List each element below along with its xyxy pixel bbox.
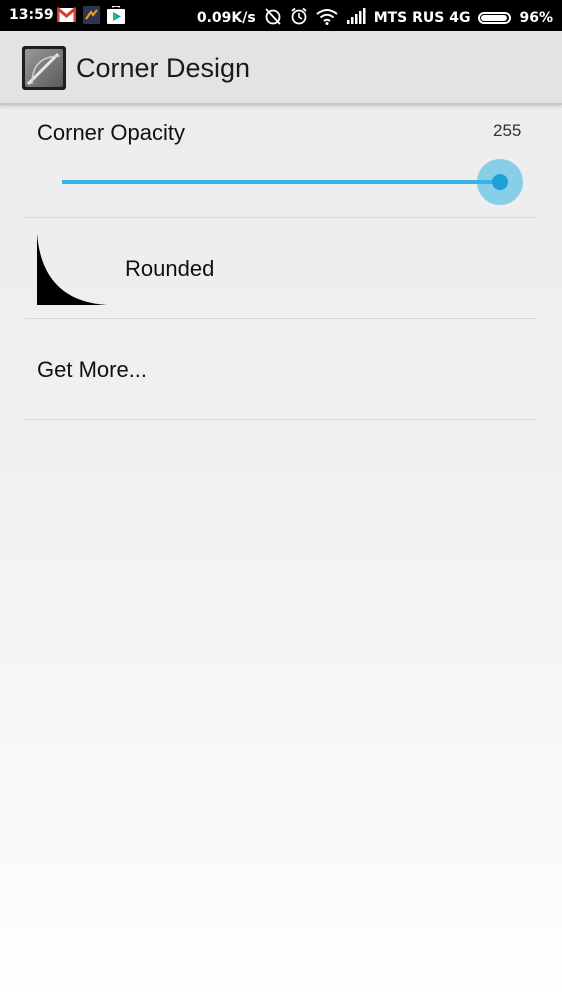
status-bar: 13:59 0.09K/s MTS RUS 4G 96% — [0, 0, 562, 31]
app-notification-icon — [83, 6, 100, 28]
opacity-slider-thumb[interactable] — [492, 174, 508, 190]
battery-icon — [478, 12, 512, 24]
alarm-clock-icon — [290, 7, 308, 29]
corner-opacity-label: Corner Opacity — [37, 120, 185, 145]
gmail-icon — [56, 6, 77, 28]
play-store-icon — [107, 5, 125, 28]
page-title: Corner Design — [76, 53, 251, 83]
wifi-icon — [316, 8, 338, 29]
divider — [25, 419, 537, 420]
opacity-slider-track[interactable] — [62, 180, 502, 184]
alarm-off-icon — [264, 7, 282, 29]
status-right-group: 0.09K/s MTS RUS 4G 96% — [189, 7, 553, 29]
corner-design-app-icon[interactable] — [22, 46, 66, 90]
action-bar: Corner Design — [0, 31, 562, 105]
battery-percent: 96% — [519, 10, 553, 26]
rounded-corner-preview-icon — [37, 233, 107, 305]
corner-style-label: Rounded — [125, 256, 215, 281]
network-speed: 0.09K/s — [196, 10, 256, 26]
corner-opacity-value: 255 — [493, 121, 522, 140]
carrier-label: MTS RUS 4G — [373, 10, 471, 26]
status-time: 13:59 — [9, 7, 54, 23]
signal-icon — [346, 8, 366, 28]
get-more-label: Get More... — [37, 357, 148, 382]
battery-fill — [481, 15, 508, 21]
